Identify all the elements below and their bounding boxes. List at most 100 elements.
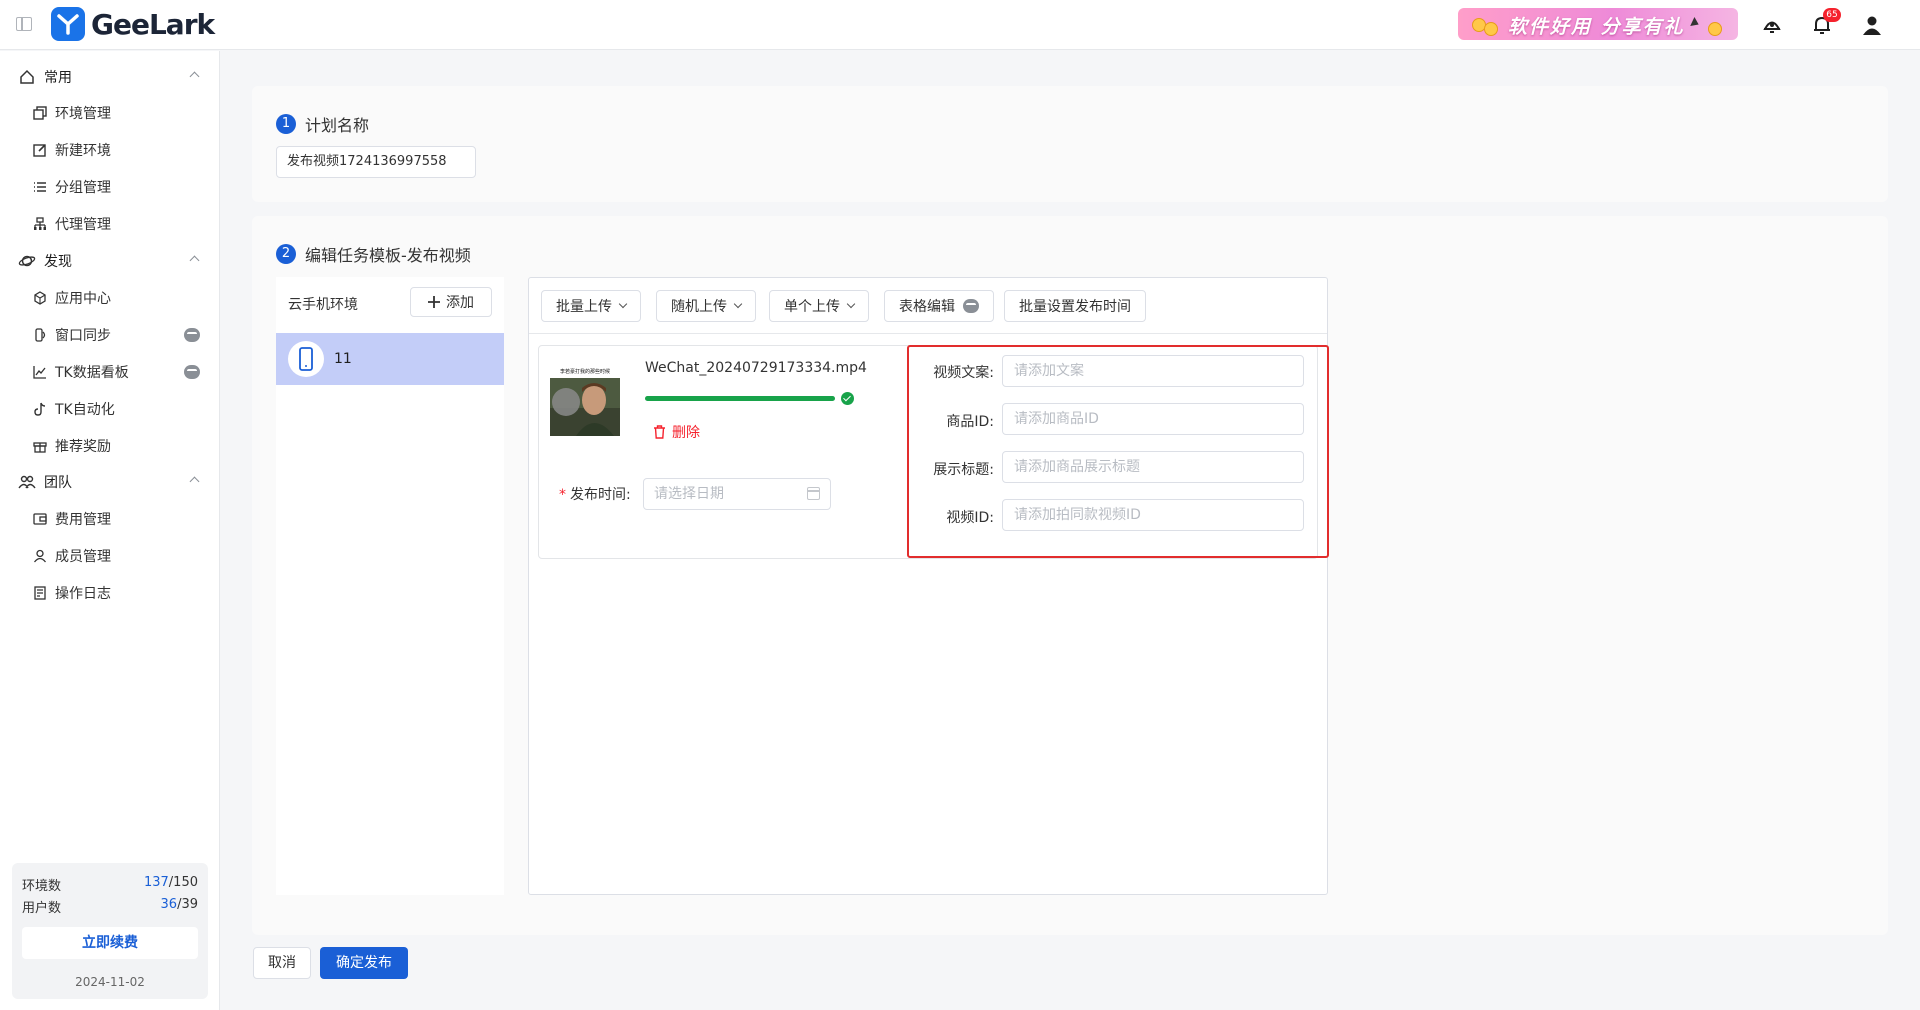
field-label-product-id: 商品ID: bbox=[946, 414, 994, 430]
sync-icon bbox=[32, 327, 48, 343]
step-2-title: 2 编辑任务模板-发布视频 bbox=[276, 242, 471, 266]
user-quota-total: /39 bbox=[177, 897, 198, 912]
member-icon bbox=[32, 548, 48, 564]
batch-publish-time-label: 批量设置发布时间 bbox=[1019, 299, 1131, 315]
required-marker: * bbox=[559, 487, 566, 503]
notification-icon[interactable]: 65 bbox=[1807, 8, 1841, 40]
sidebar: 常用 环境管理 新建环境 分组管理 代理管理 发现 应用中心 窗口同步 TK数据… bbox=[0, 51, 220, 1010]
video-caption-input[interactable]: 请添加文案 bbox=[1002, 355, 1304, 387]
sidebar-item-new-env[interactable]: 新建环境 bbox=[0, 133, 220, 167]
calendar-icon bbox=[807, 487, 820, 500]
step-number: 2 bbox=[276, 244, 296, 264]
env-panel-title: 云手机环境 bbox=[288, 297, 358, 313]
chevron-down-icon bbox=[733, 299, 743, 309]
table-edit-button[interactable]: 表格编辑 bbox=[884, 290, 994, 322]
sidebar-item-window-sync[interactable]: 窗口同步 bbox=[0, 318, 220, 352]
coin-icon bbox=[1708, 22, 1722, 36]
user-quota-used: 36 bbox=[160, 897, 178, 912]
upload-toolbar: 批量上传 随机上传 单个上传 表格编辑 批量设置发布时间 bbox=[529, 278, 1327, 334]
chevron-up-icon bbox=[189, 71, 200, 82]
video-filename: WeChat_20240729173334.mp4 bbox=[645, 360, 867, 376]
add-env-button[interactable]: 添加 bbox=[410, 287, 492, 317]
trash-icon bbox=[654, 425, 665, 439]
step-title-text: 编辑任务模板-发布视频 bbox=[305, 246, 471, 265]
sidebar-item-members[interactable]: 成员管理 bbox=[0, 539, 220, 573]
video-id-input[interactable]: 请添加拍同款视频ID bbox=[1002, 499, 1304, 531]
delete-video-button[interactable]: 删除 bbox=[653, 422, 700, 442]
promo-text: 软件好用 分享有礼 bbox=[1508, 16, 1685, 38]
sidebar-item-label: 操作日志 bbox=[55, 586, 111, 602]
team-icon bbox=[18, 473, 36, 491]
sidebar-item-label: TK数据看板 bbox=[55, 365, 129, 381]
batch-publish-time-button[interactable]: 批量设置发布时间 bbox=[1004, 290, 1146, 322]
phone-icon bbox=[288, 341, 324, 377]
publish-time-label-text: 发布时间: bbox=[570, 487, 631, 503]
home-icon bbox=[18, 68, 36, 86]
nav-group-discover[interactable]: 发现 bbox=[0, 244, 220, 278]
upload-progress-fill bbox=[645, 396, 835, 401]
random-upload-label: 随机上传 bbox=[671, 299, 727, 315]
nav-group-team[interactable]: 团队 bbox=[0, 465, 220, 499]
field-label-video-id: 视频ID: bbox=[946, 510, 994, 526]
apps-icon bbox=[32, 290, 48, 306]
cancel-button[interactable]: 取消 bbox=[253, 947, 311, 979]
batch-upload-label: 批量上传 bbox=[556, 299, 612, 315]
field-label-display-title: 展示标题: bbox=[933, 462, 994, 478]
user-quota-label: 用户数 bbox=[22, 901, 62, 916]
sidebar-item-group-manage[interactable]: 分组管理 bbox=[0, 170, 220, 204]
cloud-phone-env-panel: 云手机环境 添加 11 bbox=[276, 277, 504, 895]
plan-name-input[interactable]: 发布视频1724136997558 bbox=[276, 146, 476, 178]
user-avatar-icon[interactable] bbox=[1857, 10, 1887, 40]
sidebar-item-app-center[interactable]: 应用中心 bbox=[0, 281, 220, 315]
publish-date-picker[interactable]: 请选择日期 bbox=[643, 478, 831, 510]
bell-service-icon[interactable] bbox=[1757, 10, 1787, 40]
chevron-up-icon bbox=[189, 476, 200, 487]
random-upload-button[interactable]: 随机上传 bbox=[656, 290, 756, 322]
gift-icon bbox=[32, 438, 48, 454]
sidebar-item-label: 应用中心 bbox=[55, 291, 111, 307]
confirm-publish-button[interactable]: 确定发布 bbox=[320, 947, 408, 979]
sidebar-item-billing[interactable]: 费用管理 bbox=[0, 502, 220, 536]
logo[interactable]: GeeLark bbox=[51, 7, 215, 41]
sidebar-toggle-icon[interactable] bbox=[16, 17, 32, 31]
edit-icon bbox=[32, 142, 48, 158]
delete-label: 删除 bbox=[672, 425, 700, 441]
thumbnail-image bbox=[550, 378, 620, 436]
nav-group-common[interactable]: 常用 bbox=[0, 60, 220, 94]
env-item-name: 11 bbox=[334, 351, 352, 367]
renew-button[interactable]: 立即续费 bbox=[22, 927, 198, 959]
sidebar-item-label: TK自动化 bbox=[55, 402, 115, 418]
logo-text: GeeLark bbox=[91, 7, 215, 41]
env-quota-label: 环境数 bbox=[22, 879, 62, 894]
sidebar-item-env-manage[interactable]: 环境管理 bbox=[0, 96, 220, 130]
chevron-up-icon bbox=[189, 255, 200, 266]
sidebar-item-tk-dashboard[interactable]: TK数据看板 bbox=[0, 355, 220, 389]
plus-icon bbox=[428, 296, 440, 308]
promo-banner[interactable]: 软件好用 分享有礼 bbox=[1458, 8, 1738, 40]
product-id-input[interactable]: 请添加商品ID bbox=[1002, 403, 1304, 435]
step-title-text: 计划名称 bbox=[305, 116, 370, 135]
upload-progress-bar bbox=[645, 396, 835, 401]
geelark-logo-icon bbox=[51, 7, 85, 41]
copy-icon bbox=[32, 105, 48, 121]
vip-badge-icon bbox=[963, 299, 979, 313]
batch-upload-button[interactable]: 批量上传 bbox=[541, 290, 641, 322]
sidebar-item-proxy-manage[interactable]: 代理管理 bbox=[0, 207, 220, 241]
field-label-video-caption: 视频文案: bbox=[933, 365, 994, 381]
single-upload-button[interactable]: 单个上传 bbox=[769, 290, 869, 322]
display-title-input[interactable]: 请添加商品展示标题 bbox=[1002, 451, 1304, 483]
sidebar-item-tk-automation[interactable]: TK自动化 bbox=[0, 392, 220, 426]
sidebar-item-label: 成员管理 bbox=[55, 549, 111, 565]
sidebar-item-referral[interactable]: 推荐奖励 bbox=[0, 429, 220, 463]
coin-icon bbox=[1484, 22, 1498, 36]
sidebar-item-oplog[interactable]: 操作日志 bbox=[0, 576, 220, 610]
chevron-down-icon bbox=[846, 299, 856, 309]
video-thumbnail[interactable]: 李若豪打我的那些时候 bbox=[550, 366, 620, 436]
sidebar-item-label: 环境管理 bbox=[55, 106, 111, 122]
chevron-down-icon bbox=[618, 299, 628, 309]
env-list-item[interactable]: 11 bbox=[276, 333, 504, 385]
table-edit-label: 表格编辑 bbox=[899, 299, 955, 315]
date-placeholder: 请选择日期 bbox=[654, 486, 724, 502]
sidebar-item-label: 费用管理 bbox=[55, 512, 111, 528]
line-chart-icon bbox=[32, 364, 48, 380]
